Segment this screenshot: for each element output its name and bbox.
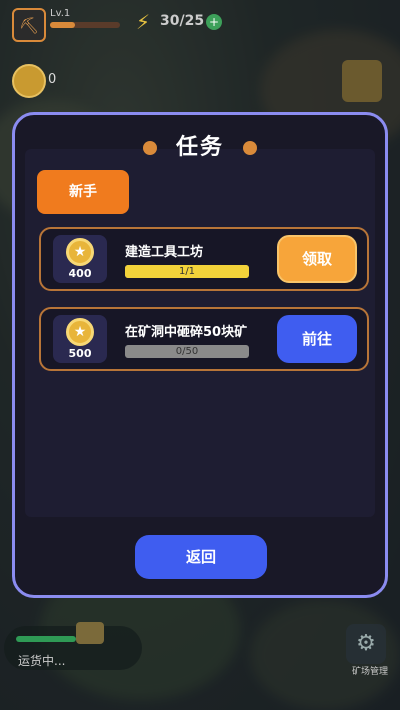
go-button[interactable]: 前往 (277, 315, 357, 363)
add-energy-button[interactable]: + (206, 14, 222, 30)
task-title: 在矿洞中砸碎50块矿 (125, 325, 248, 340)
task-row: ★ 400 建造工具工坊 1/1 领取 (39, 227, 369, 291)
mine-management-label: 矿场管理 (351, 667, 388, 677)
claim-button[interactable]: 领取 (277, 235, 357, 283)
delivery-status-text: 运货中... (18, 654, 66, 668)
coin-icon (12, 64, 46, 98)
task-dialog: 任务 新手 ★ 400 建造工具工坊 1/1 领取 ★ 500 在矿洞中砸碎50… (12, 112, 388, 598)
task-title: 建造工具工坊 (125, 245, 204, 260)
shop-icon[interactable] (342, 60, 382, 102)
task-progress-bar: 0/50 (125, 345, 249, 358)
task-progress-label: 0/50 (175, 346, 199, 357)
delivery-progress-bar (16, 636, 76, 642)
coin-count: 0 (48, 72, 57, 87)
cart-icon (76, 622, 104, 644)
xp-bar (50, 22, 120, 28)
top-hud: ⛏ Lv.1 ⚡ 30/25 + (0, 0, 400, 48)
lightning-icon: ⚡ (136, 10, 151, 34)
star-coin-icon: ★ (66, 238, 94, 266)
pickaxe-icon[interactable]: ⛏ (12, 8, 46, 42)
reward-amount: 400 (68, 267, 92, 280)
reward-box: ★ 400 (53, 235, 107, 283)
reward-box: ★ 500 (53, 315, 107, 363)
gear-icon[interactable]: ⚙ (346, 624, 386, 664)
level-label: Lv.1 (50, 8, 71, 19)
energy-counter: 30/25 (160, 13, 205, 29)
task-row: ★ 500 在矿洞中砸碎50块矿 0/50 前往 (39, 307, 369, 371)
dialog-title: 任务 (175, 135, 224, 160)
back-button[interactable]: 返回 (135, 535, 267, 579)
tab-beginner[interactable]: 新手 (37, 170, 129, 214)
task-progress-label: 1/1 (178, 266, 196, 277)
reward-amount: 500 (68, 347, 92, 360)
task-progress-bar: 1/1 (125, 265, 249, 278)
star-coin-icon: ★ (66, 318, 94, 346)
